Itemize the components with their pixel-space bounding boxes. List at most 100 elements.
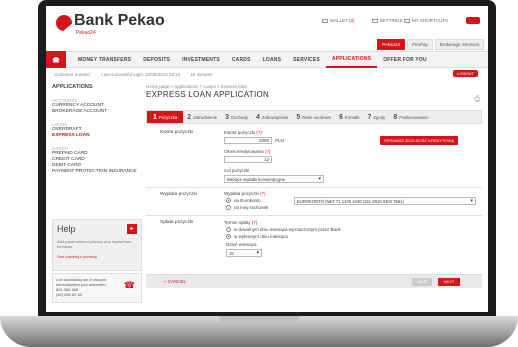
help-link[interactable]: See udzieliq z pomocy [57, 254, 97, 259]
contact-panel: Lub skontaktuj sie z naszym konsultantem… [52, 273, 142, 303]
help-title: Help [57, 224, 76, 234]
payout-other-radio[interactable] [226, 205, 231, 210]
section-label: Kwota pożyczki [160, 130, 194, 135]
sidebar-heading: APPLICATIONS [52, 84, 93, 90]
step-tabs: 1 Pożyczka 2 Zatrudnienie 3 Dochody 4 Zobowi… [146, 110, 482, 124]
step-number: 4 [255, 113, 260, 121]
step-2[interactable]: 2 Zatrudnienie [183, 111, 221, 123]
sidebar-item-brokerage-account[interactable]: BROKERAGE ACCOUNT [52, 109, 142, 115]
step-4[interactable]: 4 Zobowiązania [252, 111, 292, 123]
nav-loans[interactable]: LOANS [257, 57, 288, 63]
payout-label-text: Wypłata pożyczki [224, 191, 259, 196]
period-hint[interactable]: (?) [265, 149, 271, 154]
purpose-select[interactable]: Bieżące wydatki konsumpcyjne ▾ [224, 175, 324, 183]
nav-deposits[interactable]: DEPOSITS [137, 57, 176, 63]
payout-eurokonto-radio[interactable] [226, 198, 231, 203]
cancel-button[interactable]: « CANCEL [164, 279, 186, 284]
cancel-label: CANCEL [167, 279, 187, 284]
sidebar-item-insurance[interactable]: PAYMENT PROTECTION INSURANCE [52, 169, 142, 175]
repayment-bank-day-radio[interactable] [226, 227, 231, 232]
repayment-hint[interactable]: (?) [252, 220, 258, 225]
nav-investments[interactable]: INVESTMENTS [176, 57, 226, 63]
step-number: 7 [367, 113, 372, 121]
logout-icon[interactable] [466, 17, 480, 24]
nav-money-transfers[interactable]: MONEY TRANSFERS [66, 57, 137, 63]
settings-label: SETTINGS [380, 18, 403, 23]
step-label: Zobowiązania [261, 114, 289, 120]
phone-icon: ☎ [123, 280, 135, 290]
step-number: 2 [187, 113, 192, 121]
nav-cards[interactable]: CARDS [226, 57, 257, 63]
period-input[interactable]: 12 [224, 156, 272, 163]
breadcrumb: Home page > Applications > Loans > Expre… [146, 84, 247, 89]
sidebar: APPLICATIONS ACCOUNTS CURRENCY ACCOUNT B… [52, 84, 142, 175]
step-6[interactable]: 6 Kontakt [335, 111, 363, 123]
payout-option-1: na Eurokonto [234, 198, 261, 203]
brand-name: Bank Pekao [74, 12, 165, 29]
customer-number: Customer number: [54, 72, 92, 77]
step-label: Dochody [231, 114, 248, 120]
header: Bank Pekao Pekao24 WALLET (3) SETTINGS M… [46, 6, 488, 50]
step-3[interactable]: 3 Dochody [221, 111, 252, 123]
check-credit-button[interactable]: SPRAWDŹ ZDOLNOŚĆ KREDYTOWĄ [380, 136, 459, 145]
home-button[interactable] [46, 51, 66, 68]
nav-offer[interactable]: OFFER FOR YOU [377, 57, 433, 63]
day-value: 15 [229, 251, 234, 256]
section-label: Spłata pożyczki [160, 220, 194, 225]
step-number: 8 [393, 113, 398, 121]
step-label: Zatrudnienie [193, 114, 218, 120]
day-select[interactable]: 15 ▾ [226, 249, 262, 257]
repayment-label-text: Termin spłaty [224, 220, 251, 225]
nav-services[interactable]: SERVICES [287, 57, 326, 63]
help-panel: Help ▸ Add parametrized primary any myst… [52, 219, 142, 271]
amount-hint[interactable]: (?) [256, 130, 262, 135]
account-select[interactable]: EUROKONTO (NET 71 1240 1040 1111 0010 04… [294, 197, 476, 205]
nav-applications[interactable]: APPLICATIONS [325, 51, 378, 68]
payout-option-2: na inny rachunek [234, 205, 269, 210]
print-icon[interactable]: ⎙ [474, 96, 480, 104]
main-content: Home page > Applications > Loans > Expre… [146, 84, 482, 288]
tab-peopay[interactable]: PeoPay [406, 39, 433, 50]
repayment-chosen-day-radio[interactable] [226, 234, 231, 239]
session-info: Customer number: Last successful login: … [46, 69, 488, 81]
sidebar-item-express-loan[interactable]: EXPRESS LOAN [52, 133, 142, 139]
main-nav: MONEY TRANSFERS DEPOSITS INVESTMENTS CAR… [46, 51, 488, 68]
bank-logo-icon [56, 15, 72, 31]
purpose-value: Bieżące wydatki konsumpcyjne [227, 177, 285, 182]
payout-label: Wypłata pożyczki (?) [224, 191, 266, 196]
laptop-screen: Bank Pekao Pekao24 WALLET (3) SETTINGS M… [46, 6, 488, 312]
next-button[interactable]: NEXT [438, 278, 460, 286]
brand-sub: Pekao24 [76, 30, 96, 36]
step-1[interactable]: 1 Pożyczka [147, 111, 184, 123]
laptop-base [0, 316, 518, 347]
save-button[interactable]: SAVE [412, 278, 432, 286]
loan-section: Kwota pożyczki Kwota pożyczki (?) 2000 P… [146, 126, 482, 188]
help-text: Add parametrized primary any mysterious … [57, 239, 132, 249]
tab-brokerage[interactable]: Brokerage Services [434, 39, 484, 50]
amount-label: Kwota pożyczki (?) [224, 130, 262, 135]
step-7[interactable]: 7 Zgody [363, 111, 389, 123]
shortcuts-link[interactable]: MY SHORTCUTS [404, 18, 448, 23]
step-5[interactable]: 5 Dane osobowe [292, 111, 335, 123]
tab-pekao24[interactable]: Pekao24 [377, 39, 405, 50]
logout-button[interactable]: LOGOUT [453, 70, 478, 77]
step-number: 1 [153, 113, 157, 121]
home-icon [52, 56, 60, 63]
chevron-down-icon: ▾ [470, 198, 473, 204]
amount-input[interactable]: 2000 [224, 137, 272, 144]
settings-link[interactable]: SETTINGS [372, 18, 403, 23]
step-label: Pożyczka [158, 114, 178, 120]
payout-hint[interactable]: (?) [260, 191, 266, 196]
loan-form: Kwota pożyczki Kwota pożyczki (?) 2000 P… [146, 126, 482, 264]
wallet-label: WALLET [330, 18, 348, 23]
currency-label: PLN [275, 138, 284, 143]
repayment-option-1: w dowolnym dniu miesiąca wyznaczonym prz… [234, 227, 341, 232]
chevron-right-icon[interactable]: ▸ [127, 224, 137, 234]
step-8[interactable]: 8 Podsumowanie [389, 111, 432, 123]
repayment-label: Termin spłaty (?) [224, 220, 257, 225]
shortcuts-label: MY SHORTCUTS [412, 18, 448, 23]
laptop-notch [219, 316, 299, 322]
form-footer: « CANCEL SAVE NEXT [146, 274, 482, 288]
wallet-link[interactable]: WALLET (3) [322, 18, 355, 23]
step-number: 5 [296, 113, 301, 121]
